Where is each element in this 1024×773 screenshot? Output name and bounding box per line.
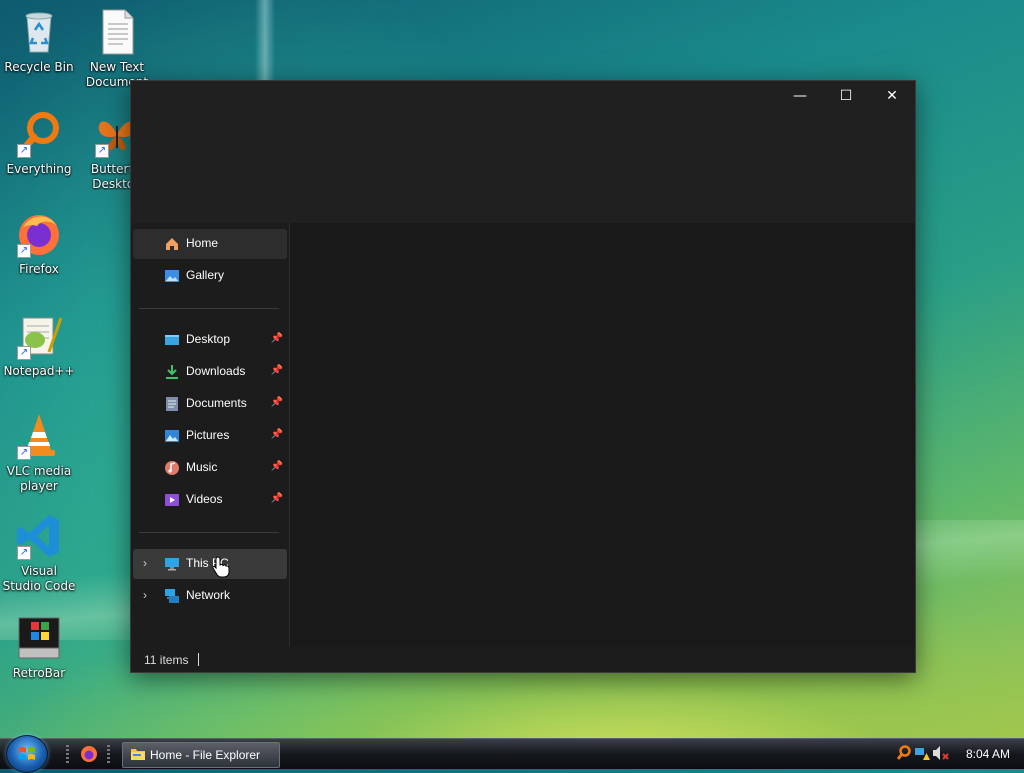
status-bar: 11 items xyxy=(131,648,915,672)
vlc-icon: ↗ xyxy=(15,412,63,460)
file-list-area[interactable] xyxy=(290,223,915,647)
home-icon xyxy=(164,236,180,252)
nav-item-pictures[interactable]: Pictures 📌 xyxy=(133,421,287,451)
desktop-icon-new-text-document[interactable]: New Text Document xyxy=(79,8,155,88)
taskbar-button-file-explorer[interactable]: Home - File Explorer xyxy=(122,742,280,768)
pin-icon: 📌 xyxy=(270,493,283,504)
nav-item-label: Videos xyxy=(186,492,223,506)
nav-item-label: Network xyxy=(186,588,231,602)
wallpaper-streak xyxy=(255,0,275,80)
computer-icon xyxy=(164,556,180,572)
pin-icon: 📌 xyxy=(270,461,283,472)
separator xyxy=(139,308,279,309)
vscode-icon: ↗ xyxy=(15,512,63,560)
navigation-pane: Home Gallery Desktop 📌 Downloads 📌 Docum… xyxy=(131,223,290,647)
videos-icon xyxy=(164,492,180,508)
pin-icon: 📌 xyxy=(270,429,283,440)
pin-icon: 📌 xyxy=(270,333,283,344)
recycle-bin-label: Recycle Bin xyxy=(4,60,74,74)
notepadpp-label: Notepad++ xyxy=(3,364,75,378)
gallery-icon xyxy=(164,268,180,284)
notepadpp-icon: ↗ xyxy=(15,312,63,360)
title-bar[interactable]: — ☐ ✕ xyxy=(131,81,915,223)
document-icon xyxy=(164,396,180,412)
maximize-button[interactable]: ☐ xyxy=(823,81,869,111)
hand-cursor-icon xyxy=(212,556,230,578)
folder-icon xyxy=(130,747,146,761)
retrobar-icon xyxy=(15,614,63,662)
retrobar-label: RetroBar xyxy=(12,666,66,680)
everything-label: Everything xyxy=(6,162,72,176)
nav-item-label: Pictures xyxy=(186,428,230,442)
pin-icon: 📌 xyxy=(270,365,283,376)
nav-item-label: Gallery xyxy=(186,268,225,282)
toolbar-grip[interactable] xyxy=(107,745,110,763)
desktop-icon-recycle-bin[interactable]: Recycle Bin xyxy=(1,8,77,75)
status-separator xyxy=(198,653,199,666)
everything-icon: ↗ xyxy=(15,110,63,158)
desktop-icon-notepadpp[interactable]: ↗ Notepad++ xyxy=(1,312,77,379)
nav-item-home[interactable]: Home xyxy=(133,229,287,259)
firefox-icon: ↗ xyxy=(15,210,63,258)
system-tray: 8:04 AM xyxy=(894,739,1024,769)
nav-item-label: Home xyxy=(186,236,219,250)
firefox-quicklaunch-icon[interactable] xyxy=(80,745,98,763)
shortcut-arrow-icon: ↗ xyxy=(17,446,31,460)
desktop-icon-vscode[interactable]: ↗ Visual Studio Code xyxy=(1,512,77,594)
volume-muted-icon[interactable] xyxy=(932,745,950,761)
desktop-icon-retrobar[interactable]: RetroBar xyxy=(1,614,77,681)
shortcut-arrow-icon: ↗ xyxy=(17,546,31,560)
toolbar-grip[interactable] xyxy=(66,745,69,763)
chevron-right-icon[interactable]: › xyxy=(143,556,147,570)
network-warning-icon[interactable] xyxy=(914,745,930,761)
minimize-button[interactable]: — xyxy=(777,81,823,111)
recycle-bin-icon xyxy=(15,8,63,56)
start-button[interactable] xyxy=(6,735,48,773)
shortcut-arrow-icon: ↗ xyxy=(17,144,31,158)
taskbar-button-label: Home - File Explorer xyxy=(150,748,261,762)
desktop-icon xyxy=(164,332,180,348)
clock[interactable]: 8:04 AM xyxy=(966,747,1010,761)
item-count: 11 items xyxy=(144,653,189,667)
nav-item-this-pc[interactable]: › This PC xyxy=(133,549,287,579)
nav-item-documents[interactable]: Documents 📌 xyxy=(133,389,287,419)
pin-icon: 📌 xyxy=(270,397,283,408)
shortcut-arrow-icon: ↗ xyxy=(17,244,31,258)
music-icon xyxy=(164,460,180,476)
nav-item-label: Documents xyxy=(186,396,247,410)
shortcut-arrow-icon: ↗ xyxy=(95,144,109,158)
pictures-icon xyxy=(164,428,180,444)
firefox-label: Firefox xyxy=(19,262,59,276)
close-button[interactable]: ✕ xyxy=(869,81,915,111)
nav-item-videos[interactable]: Videos 📌 xyxy=(133,485,287,515)
taskbar: Home - File Explorer 8:04 AM xyxy=(0,735,1024,773)
separator xyxy=(139,532,279,533)
nav-item-label: Downloads xyxy=(186,364,246,378)
desktop-icon-vlc[interactable]: ↗ VLC media player xyxy=(1,412,77,494)
download-icon xyxy=(164,364,180,380)
shortcut-arrow-icon: ↗ xyxy=(17,346,31,360)
nav-item-label: Music xyxy=(186,460,218,474)
windows-logo-icon xyxy=(19,747,35,760)
nav-item-gallery[interactable]: Gallery xyxy=(133,261,287,291)
desktop-icon-firefox[interactable]: ↗ Firefox xyxy=(1,210,77,277)
nav-item-music[interactable]: Music 📌 xyxy=(133,453,287,483)
nav-item-downloads[interactable]: Downloads 📌 xyxy=(133,357,287,387)
chevron-right-icon[interactable]: › xyxy=(143,588,147,602)
nav-item-desktop[interactable]: Desktop 📌 xyxy=(133,325,287,355)
file-explorer-window: — ☐ ✕ Home Gallery Desktop 📌 Downloads 📌… xyxy=(130,80,916,673)
desktop-icon-everything[interactable]: ↗ Everything xyxy=(1,110,77,177)
nav-item-network[interactable]: › Network xyxy=(133,581,287,611)
everything-tray-icon[interactable] xyxy=(896,745,912,761)
vlc-label: VLC media player xyxy=(6,464,72,493)
vscode-label: Visual Studio Code xyxy=(2,564,76,593)
nav-item-label: Desktop xyxy=(186,332,231,346)
text-document-icon xyxy=(93,8,141,56)
network-icon xyxy=(164,588,180,604)
